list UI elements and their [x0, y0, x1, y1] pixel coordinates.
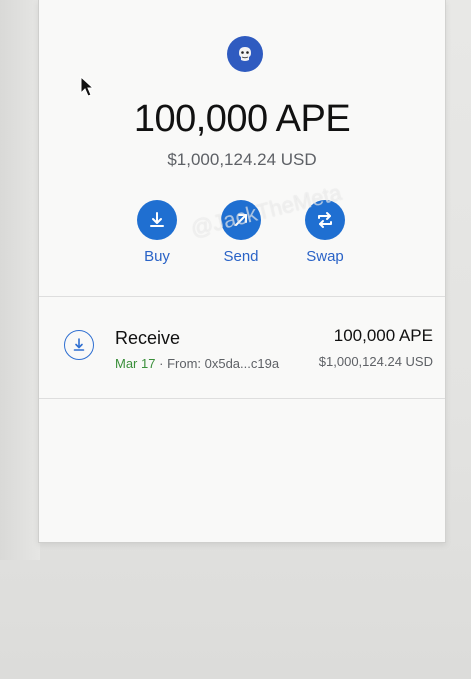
transaction-row[interactable]: Receive Mar 17 · From: 0x5da...c19a 100,… — [39, 296, 445, 398]
swap-icon — [305, 200, 345, 240]
arrow-up-right-icon — [221, 200, 261, 240]
buy-button[interactable]: Buy — [127, 200, 187, 265]
send-label: Send — [223, 248, 259, 265]
receive-icon — [64, 330, 94, 360]
download-icon — [137, 200, 177, 240]
fiat-balance: $1,000,124.24 USD — [167, 150, 317, 169]
mouse-cursor-icon — [80, 75, 95, 103]
swap-button[interactable]: Swap — [295, 200, 355, 265]
asset-panel: 100,000 APE $1,000,124.24 USD Buy Send S… — [38, 0, 446, 543]
swap-label: Swap — [306, 248, 344, 265]
background-edge — [0, 0, 40, 560]
buy-label: Buy — [144, 248, 170, 265]
transaction-date: Mar 17 — [115, 356, 156, 371]
transaction-fiat: $1,000,124.24 USD — [318, 354, 433, 369]
action-bar: Buy Send Swap — [127, 200, 355, 265]
meta-separator: · — [159, 356, 164, 371]
divider — [39, 398, 445, 399]
send-button[interactable]: Send — [211, 200, 271, 265]
transaction-from: From: 0x5da...c19a — [167, 356, 280, 371]
transaction-meta: Mar 17 · From: 0x5da...c19a — [115, 356, 279, 371]
transaction-type: Receive — [115, 328, 181, 348]
token-balance: 100,000 APE — [133, 98, 351, 140]
transaction-amount: 100,000 APE — [333, 326, 433, 345]
ape-icon — [227, 36, 263, 72]
